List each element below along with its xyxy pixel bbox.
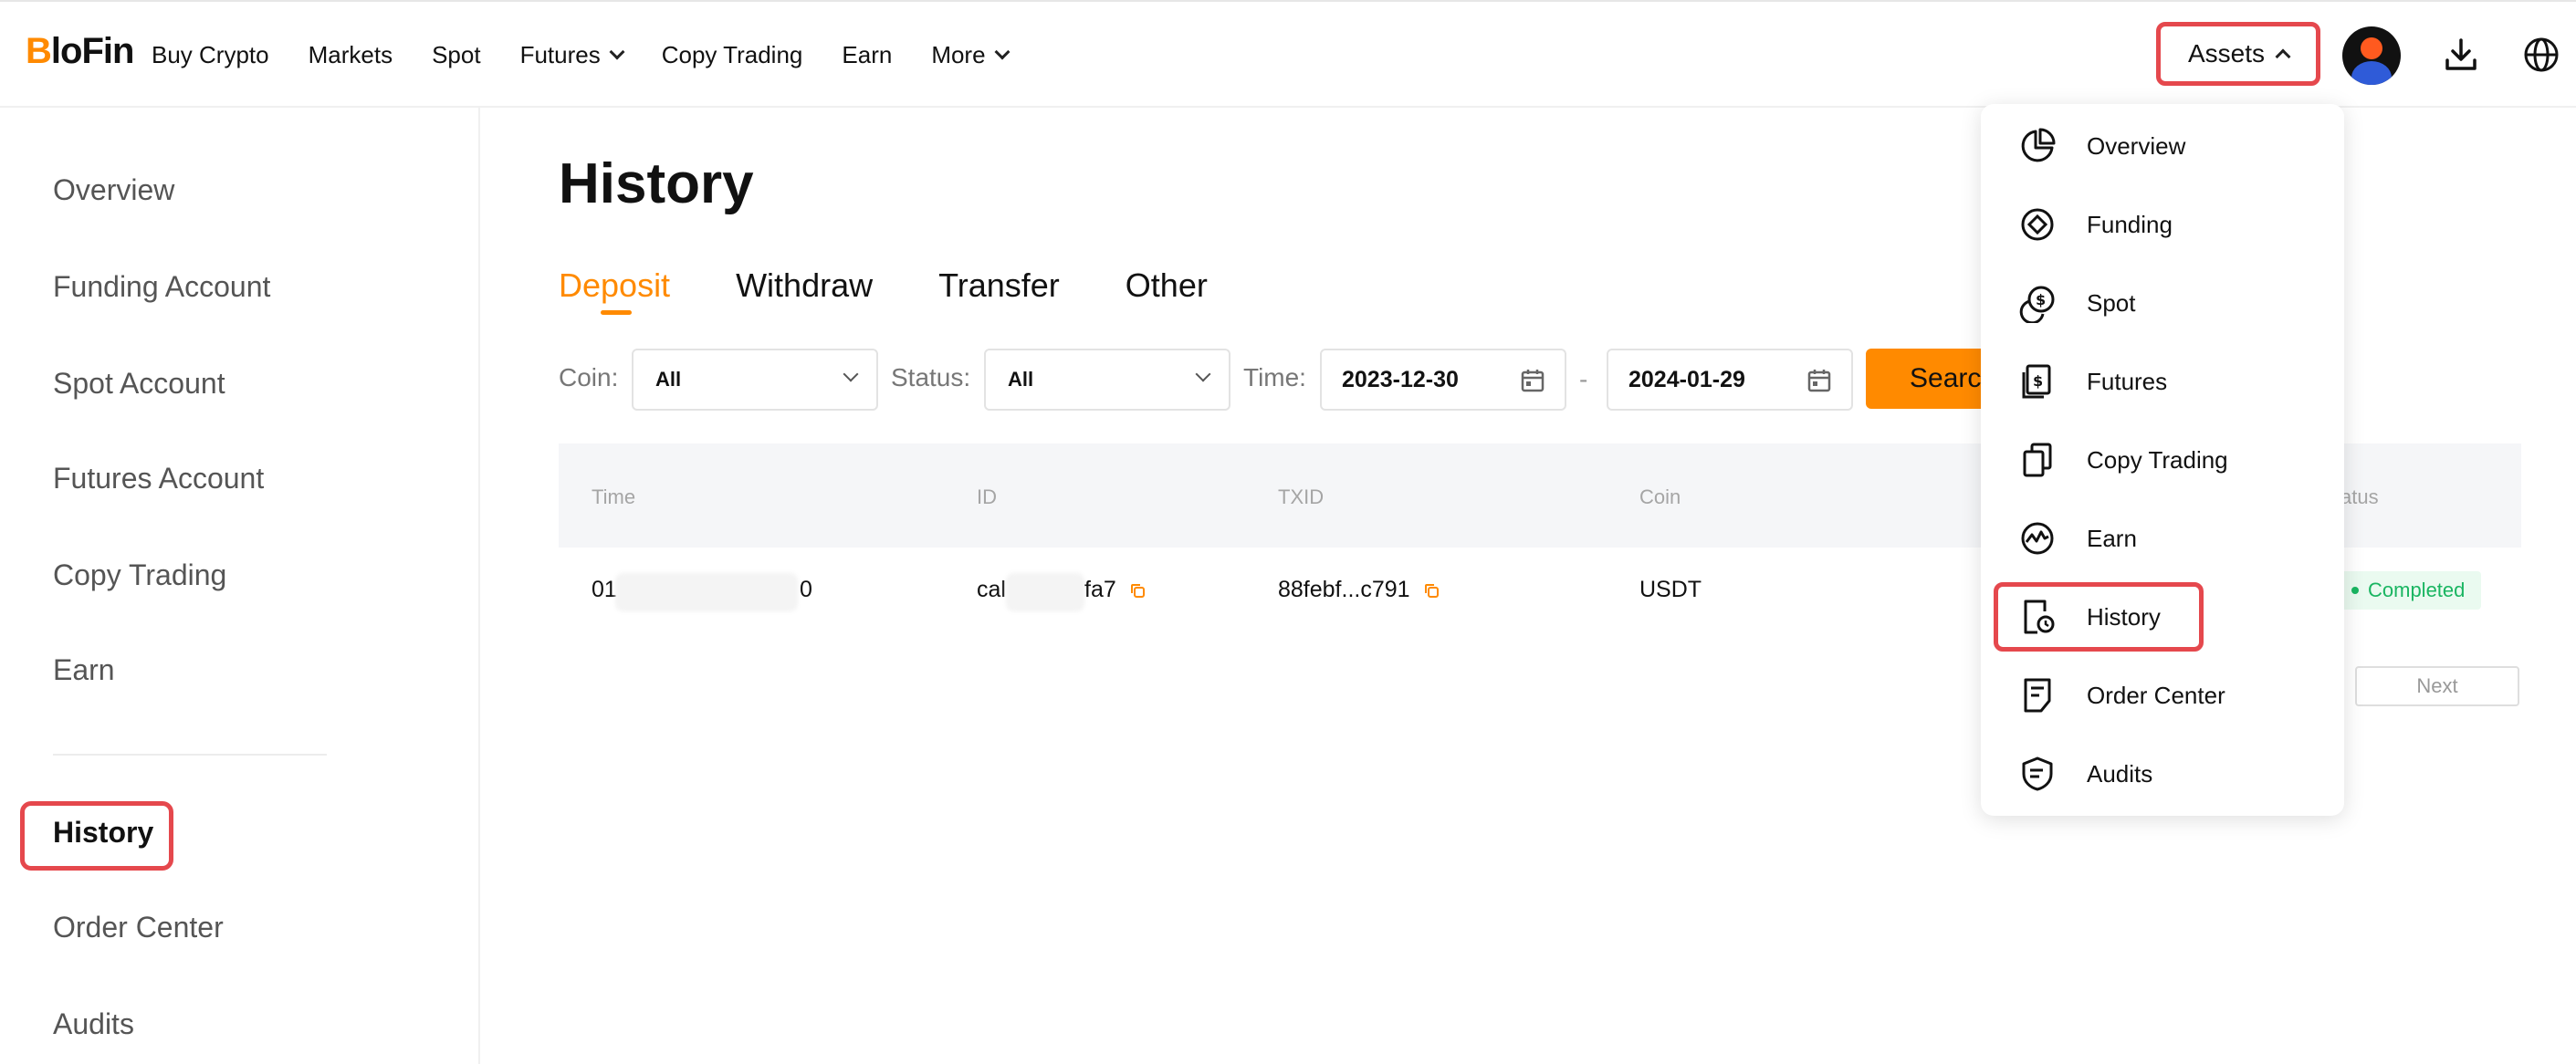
order-doc-icon	[2024, 678, 2051, 713]
chevron-down-icon	[994, 44, 1011, 60]
next-page-button[interactable]: Next	[2355, 666, 2519, 706]
tab-withdraw[interactable]: Withdraw	[736, 266, 873, 305]
nav-futures[interactable]: Futures	[520, 41, 625, 69]
menu-item-overview[interactable]: Overview	[2017, 119, 2185, 173]
menu-item-audits[interactable]: Audits	[2017, 746, 2152, 801]
top-navbar: BloFin Buy Crypto Markets Spot Futures C…	[0, 0, 2576, 108]
history-tabs: Deposit Withdraw Transfer Other	[559, 266, 1273, 315]
column-header-txid: TXID	[1278, 485, 1325, 508]
menu-item-earn[interactable]: Earn	[2017, 511, 2137, 566]
nav-markets[interactable]: Markets	[309, 41, 393, 69]
pie-chart-icon	[2021, 128, 2056, 162]
sidebar-item-audits[interactable]: Audits	[53, 1007, 134, 1041]
coin-select[interactable]: All	[632, 349, 878, 411]
assets-dropdown-menu: Overview Funding $ Spot $ Futures Copy T…	[1981, 104, 2344, 816]
sidebar-item-overview[interactable]: Overview	[53, 173, 174, 207]
status-dot	[2351, 587, 2359, 594]
cell-id-suffix: fa7	[1084, 577, 1147, 603]
column-header-time: Time	[592, 485, 636, 508]
nav-spot[interactable]: Spot	[432, 41, 481, 69]
column-header-coin: Coin	[1639, 485, 1681, 508]
nav-copy-trading[interactable]: Copy Trading	[662, 41, 803, 69]
tab-other[interactable]: Other	[1126, 266, 1208, 305]
svg-text:$: $	[2033, 372, 2043, 390]
audit-shield-icon	[2022, 756, 2053, 791]
cell-time: 01	[592, 577, 617, 602]
end-date-field[interactable]: 2024-01-29	[1607, 349, 1853, 411]
menu-item-spot[interactable]: $ Spot	[2017, 276, 2136, 330]
blofin-logo[interactable]: BloFin	[26, 31, 134, 72]
sidebar-item-order-center[interactable]: Order Center	[53, 911, 224, 944]
cell-id-prefix: cal	[977, 577, 1006, 602]
assets-menu-button[interactable]: Assets	[2156, 22, 2320, 86]
date-range-separator: -	[1579, 365, 1588, 393]
coin-filter-label: Coin:	[559, 363, 619, 391]
calendar-icon[interactable]	[1519, 367, 1546, 394]
futures-doc-icon: $	[2022, 364, 2051, 399]
start-date-field[interactable]: 2023-12-30	[1320, 349, 1566, 411]
column-header-status: atus	[2340, 485, 2379, 508]
sidebar-item-funding-account[interactable]: Funding Account	[53, 270, 270, 304]
redacted-time	[615, 573, 798, 611]
main-nav: Buy Crypto Markets Spot Futures Copy Tra…	[152, 2, 1047, 108]
nav-more[interactable]: More	[931, 41, 1011, 69]
avatar[interactable]	[2342, 26, 2401, 85]
download-icon[interactable]	[2441, 35, 2481, 75]
menu-item-funding[interactable]: Funding	[2017, 197, 2173, 252]
assets-sidebar: Overview Funding Account Spot Account Fu…	[0, 108, 480, 1064]
tab-deposit[interactable]: Deposit	[559, 266, 670, 315]
sidebar-item-futures-account[interactable]: Futures Account	[53, 462, 264, 495]
chevron-down-icon	[609, 44, 625, 60]
copy-icon[interactable]	[1422, 581, 1440, 600]
sidebar-item-history[interactable]: History	[53, 816, 153, 850]
earn-pulse-icon	[2021, 522, 2054, 555]
menu-item-history[interactable]: History	[2017, 589, 2161, 644]
cell-coin: USDT	[1639, 577, 1702, 602]
redacted-id	[1006, 573, 1084, 611]
history-doc-icon	[2024, 600, 2055, 634]
copy-icon	[2023, 443, 2052, 477]
chevron-down-icon	[1195, 366, 1211, 382]
calendar-icon[interactable]	[1806, 367, 1833, 394]
copy-icon[interactable]	[1128, 581, 1147, 600]
nav-earn[interactable]: Earn	[842, 41, 892, 69]
status-badge: Completed	[2335, 571, 2482, 610]
status-filter-label: Status:	[891, 363, 971, 391]
tab-transfer[interactable]: Transfer	[938, 266, 1060, 305]
cell-txid: 88febf...c791	[1278, 577, 1440, 603]
page-title: History	[559, 152, 754, 215]
chevron-down-icon	[843, 366, 859, 382]
sidebar-item-copy-trading[interactable]: Copy Trading	[53, 558, 226, 592]
sidebar-divider	[53, 754, 327, 756]
cell-time-suffix: 0	[800, 577, 812, 602]
status-select[interactable]: All	[984, 349, 1230, 411]
menu-item-copy-trading[interactable]: Copy Trading	[2017, 433, 2228, 487]
menu-item-order-center[interactable]: Order Center	[2017, 668, 2225, 723]
funding-diamond-icon	[2021, 208, 2054, 241]
svg-text:$: $	[2036, 291, 2046, 308]
coins-icon: $	[2019, 286, 2055, 323]
globe-icon[interactable]	[2521, 35, 2561, 75]
column-header-id: ID	[977, 485, 997, 508]
chevron-up-icon	[2275, 48, 2291, 65]
nav-buy-crypto[interactable]: Buy Crypto	[152, 41, 269, 69]
menu-item-futures[interactable]: $ Futures	[2017, 354, 2167, 409]
sidebar-item-earn[interactable]: Earn	[53, 653, 115, 687]
sidebar-item-spot-account[interactable]: Spot Account	[53, 367, 225, 401]
time-filter-label: Time:	[1243, 363, 1306, 391]
